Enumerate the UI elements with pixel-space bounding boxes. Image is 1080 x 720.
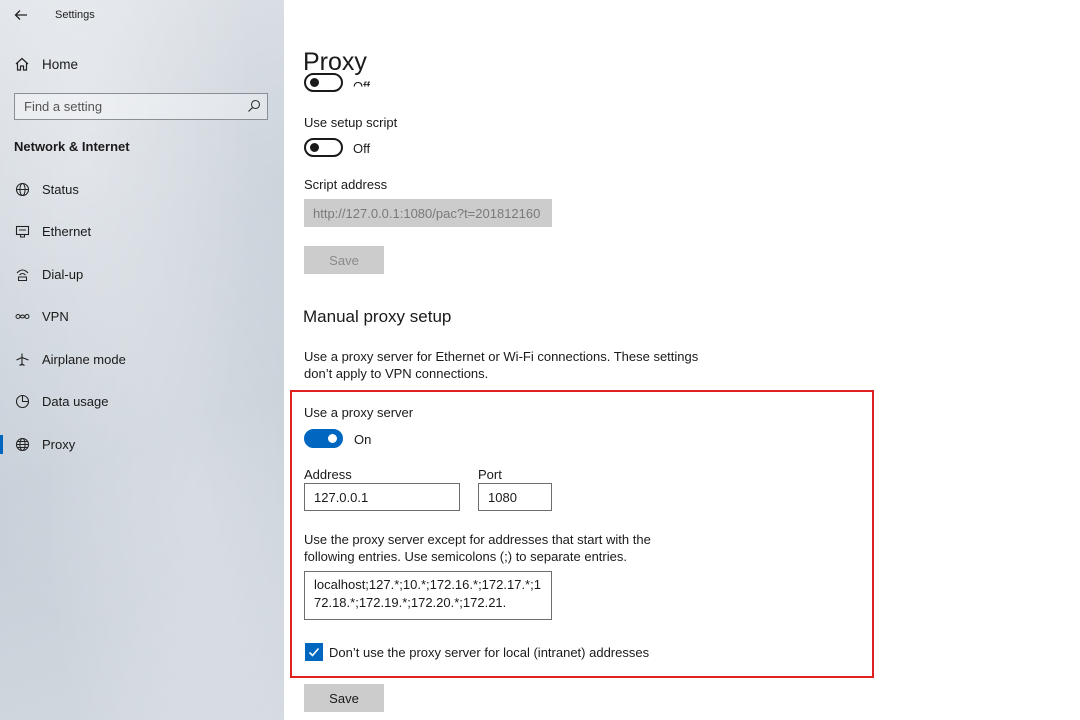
- port-label: Port: [478, 467, 502, 482]
- ethernet-icon: [14, 224, 30, 240]
- home-nav-item[interactable]: Home: [14, 56, 78, 72]
- setup-script-toggle[interactable]: [304, 138, 343, 157]
- dial-up-icon: [14, 266, 30, 282]
- sidebar-item-label: Ethernet: [42, 224, 92, 240]
- search-box[interactable]: [14, 93, 268, 120]
- sidebar-item-label: Proxy: [42, 436, 76, 452]
- checkmark-icon: [308, 647, 320, 657]
- sidebar-item-label: Status: [42, 181, 79, 197]
- home-label: Home: [42, 56, 79, 72]
- sidebar-item-airplane-mode[interactable]: Airplane mode: [0, 338, 284, 381]
- sidebar-item-ethernet[interactable]: Ethernet: [0, 211, 284, 254]
- sidebar-item-vpn[interactable]: VPN: [0, 296, 284, 339]
- vpn-icon: [14, 309, 30, 325]
- exceptions-label: Use the proxy server except for addresse…: [304, 532, 651, 564]
- script-address-label: Script address: [304, 177, 388, 192]
- sidebar-nav: Status Ethernet Dial-up VPN Airplane mod…: [0, 168, 284, 466]
- title-bar: Settings: [0, 0, 284, 30]
- auto-detect-toggle[interactable]: [304, 73, 343, 92]
- setup-script-state: Off: [353, 141, 371, 156]
- address-label: Address: [304, 467, 352, 482]
- search-icon[interactable]: [247, 99, 261, 113]
- data-usage-icon: [14, 394, 30, 410]
- script-address-input[interactable]: [304, 199, 552, 227]
- port-input[interactable]: [478, 483, 552, 511]
- sidebar-item-proxy[interactable]: Proxy: [0, 423, 284, 466]
- sidebar-item-status[interactable]: Status: [0, 168, 284, 211]
- sidebar-item-dial-up[interactable]: Dial-up: [0, 253, 284, 296]
- main-content: Proxy Off Use setup script Off Script ad…: [284, 0, 1080, 720]
- app-title: Settings: [55, 9, 95, 21]
- use-proxy-label: Use a proxy server: [304, 405, 414, 420]
- manual-proxy-title: Manual proxy setup: [303, 307, 452, 326]
- search-input[interactable]: [15, 94, 267, 119]
- sidebar-item-label: Airplane mode: [42, 351, 126, 367]
- address-input[interactable]: [304, 483, 460, 511]
- sidebar-item-label: Dial-up: [42, 266, 84, 282]
- manual-proxy-description: Use a proxy server for Ethernet or Wi-Fi…: [304, 349, 699, 381]
- use-proxy-toggle[interactable]: [304, 429, 343, 448]
- section-title: Network & Internet: [14, 139, 130, 154]
- local-bypass-label: Don’t use the proxy server for local (in…: [329, 645, 650, 660]
- sidebar-item-data-usage[interactable]: Data usage: [0, 381, 284, 424]
- sidebar: Settings Home Network & Internet Status …: [0, 0, 284, 720]
- back-arrow-icon[interactable]: [12, 6, 30, 24]
- home-icon: [15, 57, 29, 71]
- use-proxy-state: On: [354, 432, 372, 447]
- script-save-button[interactable]: Save: [304, 246, 384, 274]
- local-bypass-checkbox[interactable]: [305, 643, 323, 661]
- globe-status-icon: [14, 181, 30, 197]
- setup-script-label: Use setup script: [304, 115, 398, 130]
- globe-icon: [14, 436, 30, 452]
- sidebar-item-label: VPN: [42, 309, 69, 325]
- exceptions-textarea[interactable]: localhost;127.*;10.*;172.16.*;172.17.*;1…: [304, 571, 552, 620]
- auto-detect-state: Off: [353, 79, 371, 94]
- sidebar-item-label: Data usage: [42, 394, 109, 410]
- proxy-save-button[interactable]: Save: [304, 684, 384, 712]
- airplane-icon: [14, 351, 30, 367]
